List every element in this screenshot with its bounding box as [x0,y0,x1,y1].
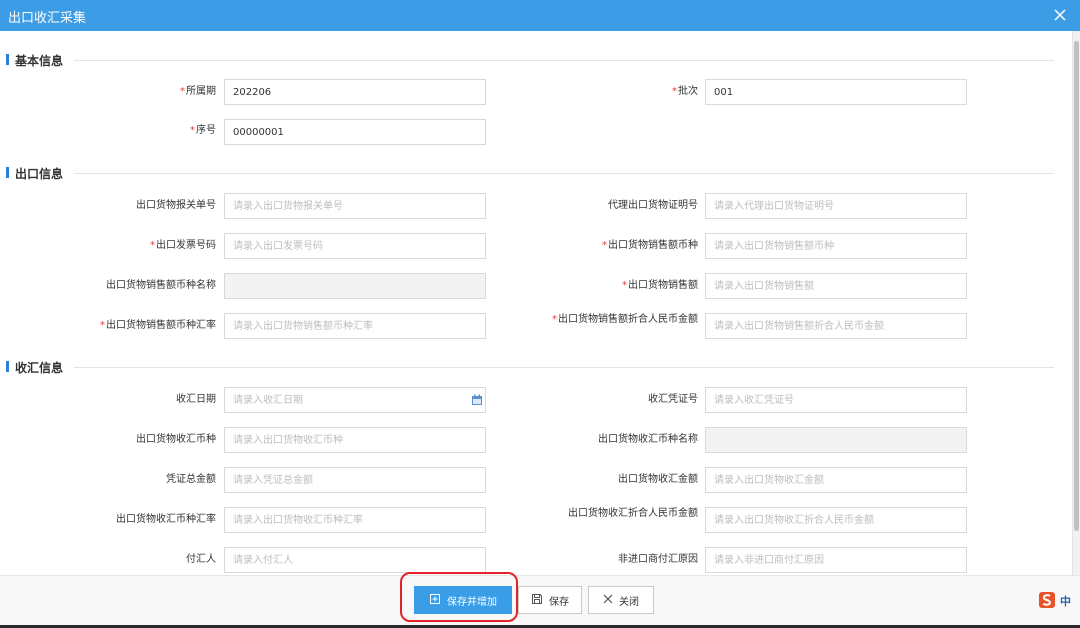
exchange-rate-label: *出口货物销售额币种汇率 [100,320,216,331]
close-button[interactable]: 关闭 [588,586,654,614]
sogou-ime-icon [1039,592,1055,608]
payer-label: 付汇人 [186,554,216,565]
sales-currency-input[interactable] [705,233,967,259]
invoice-no-input[interactable] [224,233,486,259]
section-marker [6,361,9,372]
section-divider [74,367,1054,368]
save-and-add-label: 保存并增加 [447,596,497,608]
seq-input[interactable] [224,119,486,145]
close-label: 关闭 [619,596,639,608]
batch-input[interactable] [705,79,967,105]
payer-input[interactable] [224,547,486,573]
customs-no-input[interactable] [224,193,486,219]
close-icon[interactable] [1054,5,1068,25]
currency-name-input [224,273,486,299]
receipt-rmb-label: 出口货物收汇折合人民币金额 [568,508,698,519]
rmb-amount-input[interactable] [705,313,967,339]
agent-cert-input[interactable] [705,193,967,219]
receipt-date-label: 收汇日期 [176,394,216,405]
section-marker [6,54,9,65]
section-divider [74,60,1054,61]
receipt-currency-input[interactable] [224,427,486,453]
ime-mode-label: 中 [1060,595,1071,608]
sales-currency-label: *出口货物销售额币种 [602,240,698,251]
save-icon [531,593,543,608]
section-title: 收汇信息 [15,361,64,375]
receipt-currency-name-input [705,427,967,453]
batch-label: *批次 [672,86,698,97]
receipt-rate-input[interactable] [224,507,486,533]
voucher-total-label: 凭证总金额 [166,474,216,485]
receipt-amount-label: 出口货物收汇金额 [618,474,698,485]
sales-amount-input[interactable] [705,273,967,299]
section-marker [6,167,9,178]
save-button[interactable]: 保存 [518,586,582,614]
receipt-rate-label: 出口货物收汇币种汇率 [116,514,216,525]
add-icon [429,593,441,608]
section-title: 出口信息 [15,167,64,181]
period-input[interactable] [224,79,486,105]
close-x-icon [603,594,613,607]
agent-cert-label: 代理出口货物证明号 [608,200,698,211]
period-label: *所属期 [180,86,216,97]
receipt-rmb-input[interactable] [705,507,967,533]
exchange-rate-input[interactable] [224,313,486,339]
seq-label: *序号 [190,125,216,136]
section-export-info: 出口信息 [6,165,1054,181]
receipt-currency-label: 出口货物收汇币种 [136,434,216,445]
rmb-amount-label: *出口货物销售额折合人民币金额 [552,314,698,325]
invoice-no-label: *出口发票号码 [150,240,216,251]
non-importer-label: 非进口商付汇原因 [618,554,698,565]
sales-amount-label: *出口货物销售额 [622,280,698,291]
section-receipt-info: 收汇信息 [6,359,1054,375]
scrollbar-thumb[interactable] [1074,41,1079,531]
save-label: 保存 [549,596,569,608]
calendar-icon[interactable] [471,394,483,406]
section-basic-info: 基本信息 [6,52,1054,68]
section-divider [74,173,1054,174]
voucher-label: 收汇凭证号 [648,394,698,405]
vertical-scrollbar[interactable] [1072,31,1080,575]
receipt-currency-name-label: 出口货物收汇币种名称 [598,434,698,445]
form-content: 基本信息 *所属期 *批次 *序号 出口信息 出口货物报关单号 代理出口货物证明… [0,31,1072,575]
receipt-amount-input[interactable] [705,467,967,493]
non-importer-input[interactable] [705,547,967,573]
ime-indicator[interactable]: 中 [1038,590,1080,610]
voucher-input[interactable] [705,387,967,413]
customs-no-label: 出口货物报关单号 [136,200,216,211]
currency-name-label: 出口货物销售额币种名称 [106,280,216,291]
receipt-date-input[interactable] [224,387,486,413]
save-and-add-button[interactable]: 保存并增加 [414,586,512,614]
dialog-title: 出口收汇采集 [8,11,87,26]
dialog-titlebar: 出口收汇采集 [0,0,1080,31]
voucher-total-input[interactable] [224,467,486,493]
section-title: 基本信息 [15,54,64,68]
